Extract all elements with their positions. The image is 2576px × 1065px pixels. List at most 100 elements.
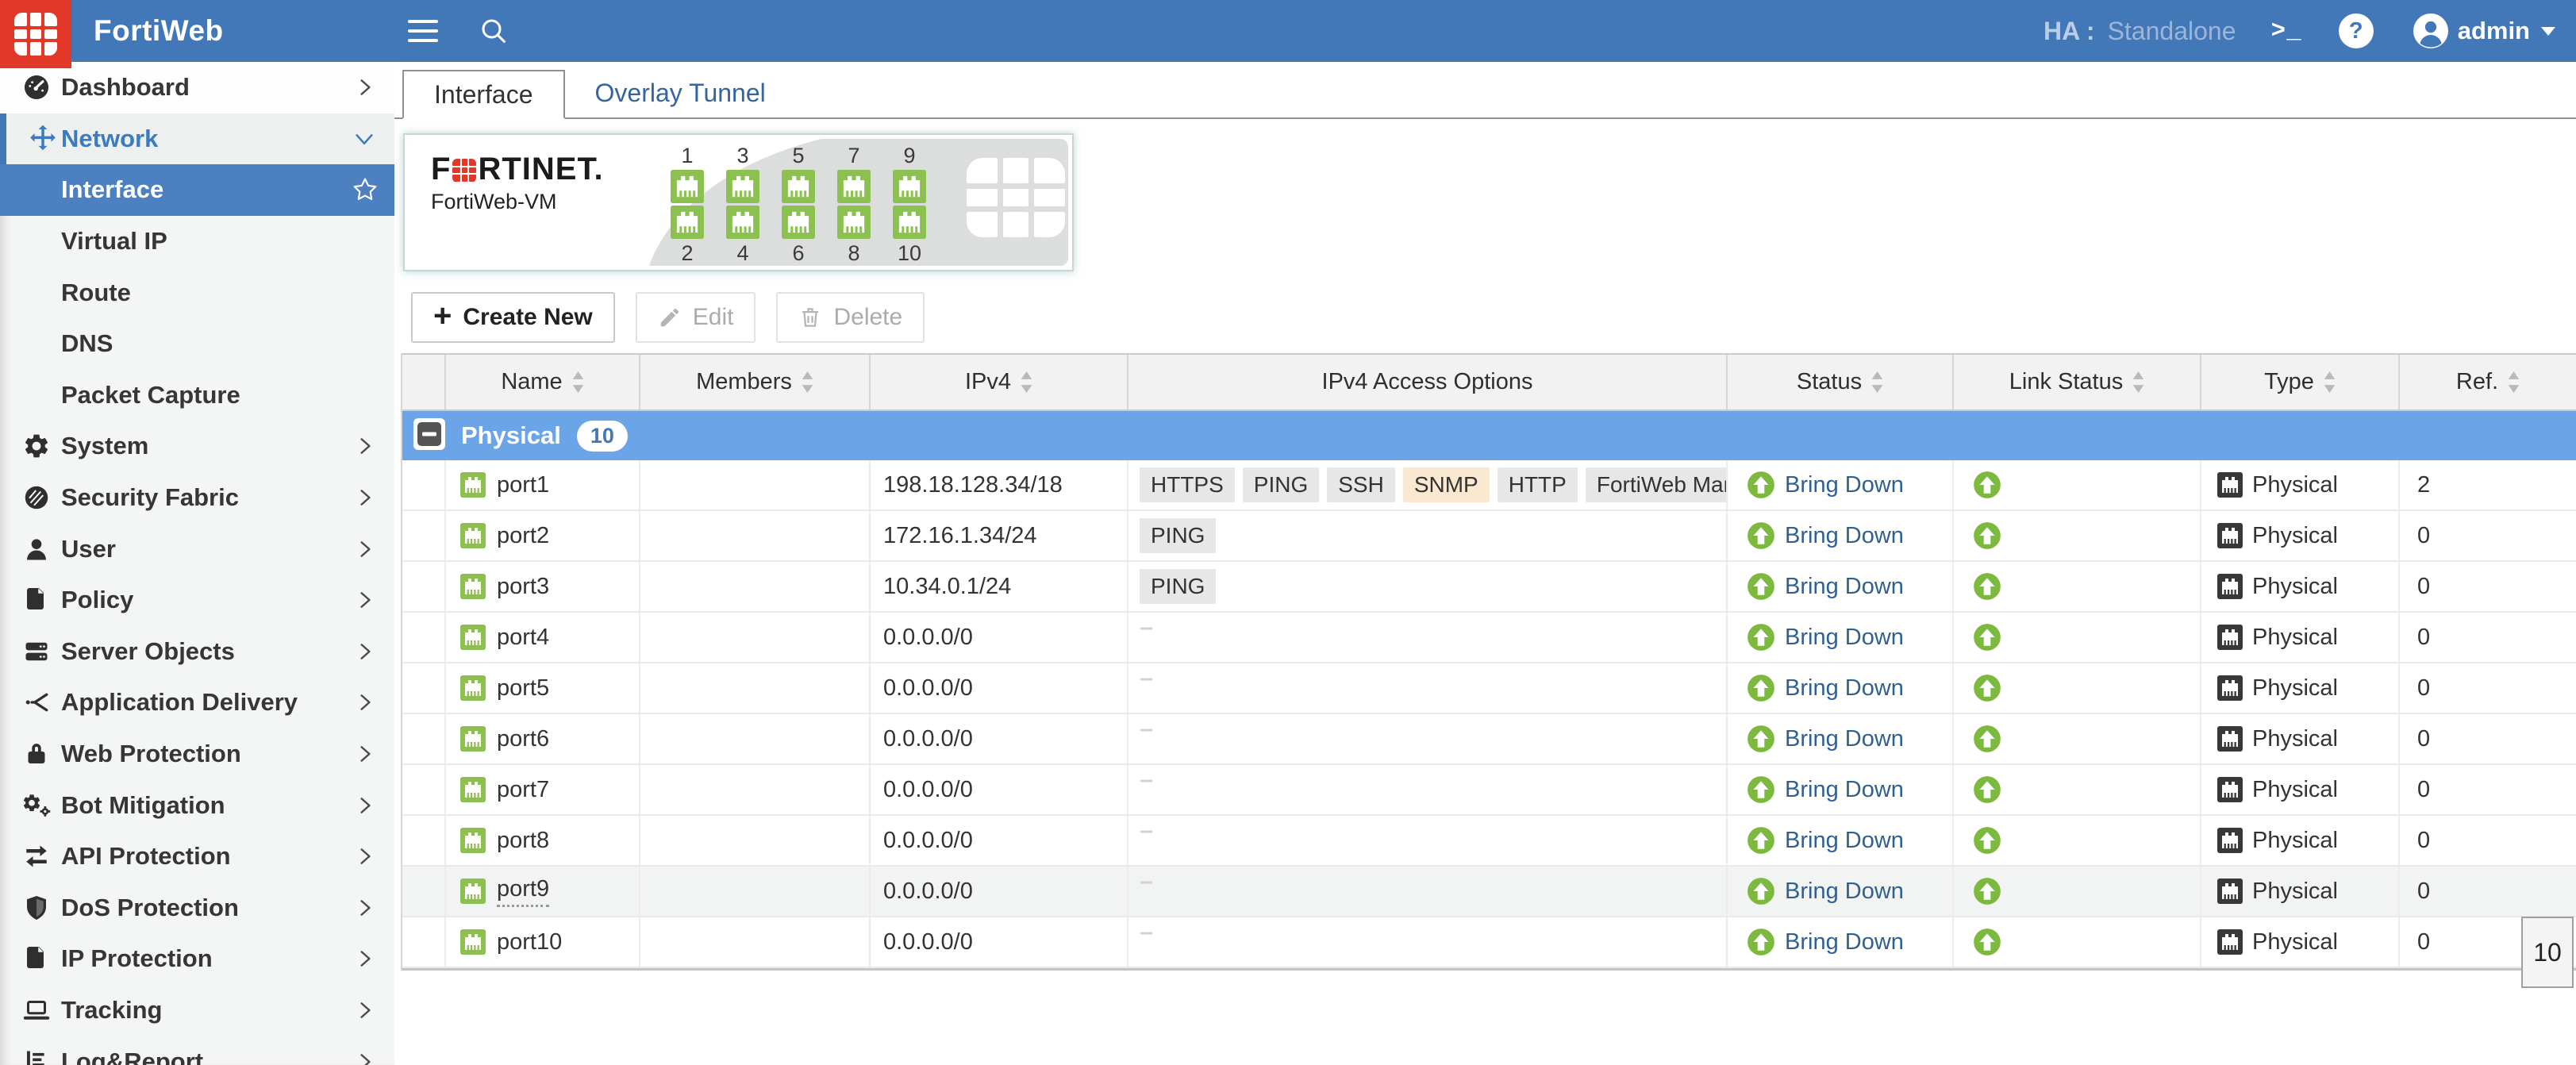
- port-device-icon[interactable]: [782, 170, 815, 203]
- name-cell: port3: [446, 562, 640, 611]
- port-device-icon[interactable]: [893, 170, 926, 203]
- table-row-port9[interactable]: port90.0.0.0/0–Bring DownPhysical0: [402, 867, 2576, 917]
- column-header-ref[interactable]: Ref.: [2400, 355, 2576, 409]
- bring-down-link[interactable]: Bring Down: [1785, 828, 1904, 854]
- column-header-status[interactable]: Status: [1728, 355, 1954, 409]
- edit-button[interactable]: Edit: [636, 292, 756, 343]
- bring-down-link[interactable]: Bring Down: [1785, 523, 1904, 549]
- cli-console-icon[interactable]: >_: [2270, 17, 2301, 45]
- sidebar-item-application-delivery[interactable]: Application Delivery: [0, 677, 394, 729]
- bring-down-link[interactable]: Bring Down: [1785, 726, 1904, 752]
- sidebar-item-dns[interactable]: DNS: [0, 318, 394, 370]
- web-protection-icon: [21, 738, 52, 770]
- collapse-icon[interactable]: [413, 418, 445, 454]
- port-device-icon[interactable]: [726, 170, 759, 203]
- column-header-link-status[interactable]: Link Status: [1954, 355, 2201, 409]
- arrow-up-circle-icon: [1973, 674, 2001, 702]
- port-device-icon[interactable]: [837, 206, 871, 239]
- fortinet-logo[interactable]: [0, 0, 71, 68]
- port-device-icon[interactable]: [671, 170, 704, 203]
- name-cell: port5: [446, 663, 640, 713]
- bring-down-link[interactable]: Bring Down: [1785, 625, 1904, 651]
- table-row-port8[interactable]: port80.0.0.0/0–Bring DownPhysical0: [402, 816, 2576, 867]
- row-select-cell: [402, 917, 446, 967]
- table-row-port6[interactable]: port60.0.0.0/0–Bring DownPhysical0: [402, 714, 2576, 765]
- table-row-port10[interactable]: port100.0.0.0/0–Bring DownPhysical0: [402, 917, 2576, 968]
- bring-down-link[interactable]: Bring Down: [1785, 472, 1904, 498]
- sidebar-item-label: Web Protection: [61, 740, 241, 768]
- delete-button[interactable]: Delete: [776, 292, 925, 343]
- link-status-cell: [1954, 460, 2201, 509]
- user-menu[interactable]: admin: [2413, 13, 2555, 48]
- column-header-name[interactable]: Name: [446, 355, 640, 409]
- column-header-ipv4[interactable]: IPv4: [871, 355, 1128, 409]
- port-number: 5: [792, 144, 804, 168]
- tracking-icon: [21, 994, 52, 1026]
- sidebar-item-server-objects[interactable]: Server Objects: [0, 626, 394, 678]
- bring-down-link[interactable]: Bring Down: [1785, 675, 1904, 702]
- row-select-cell: [402, 613, 446, 662]
- members-cell: [640, 663, 871, 713]
- sidebar-item-interface[interactable]: Interface: [0, 164, 394, 216]
- search-icon[interactable]: [478, 15, 509, 51]
- bring-down-link[interactable]: Bring Down: [1785, 929, 1904, 955]
- arrow-up-circle-icon: [1973, 572, 2001, 601]
- sidebar-item-network[interactable]: Network: [0, 113, 394, 165]
- tab-overlay-tunnel[interactable]: Overlay Tunnel: [565, 68, 796, 117]
- port-device-icon[interactable]: [782, 206, 815, 239]
- sidebar-item-packet-capture[interactable]: Packet Capture: [0, 370, 394, 421]
- port-device-icon[interactable]: [893, 206, 926, 239]
- help-icon[interactable]: ?: [2339, 13, 2374, 48]
- bring-down-link[interactable]: Bring Down: [1785, 879, 1904, 905]
- group-row-physical[interactable]: Physical 10: [402, 411, 2576, 460]
- bring-down-link[interactable]: Bring Down: [1785, 574, 1904, 600]
- table-row-port2[interactable]: port2172.16.1.34/24PINGBring DownPhysica…: [402, 511, 2576, 562]
- tab-interface[interactable]: Interface: [402, 70, 565, 119]
- plus-icon: +: [433, 298, 452, 334]
- table-row-port3[interactable]: port310.34.0.1/24PINGBring DownPhysical0: [402, 562, 2576, 613]
- favorite-star-icon[interactable]: [352, 176, 379, 203]
- ref-cell: 0: [2400, 613, 2576, 662]
- table-row-port5[interactable]: port50.0.0.0/0–Bring DownPhysical0: [402, 663, 2576, 714]
- sidebar-item-route[interactable]: Route: [0, 267, 394, 318]
- ipv4-cell: 0.0.0.0/0: [871, 917, 1128, 967]
- port-device-icon[interactable]: [726, 206, 759, 239]
- sidebar-item-security-fabric[interactable]: Security Fabric: [0, 472, 394, 524]
- table-row-port4[interactable]: port40.0.0.0/0–Bring DownPhysical0: [402, 613, 2576, 663]
- port-device-icon[interactable]: [837, 170, 871, 203]
- sidebar-item-api-protection[interactable]: API Protection: [0, 831, 394, 882]
- sidebar-item-virtual-ip[interactable]: Virtual IP: [0, 216, 394, 267]
- sidebar-item-log-report[interactable]: Log&Report: [0, 1036, 394, 1065]
- port-number: 2: [681, 241, 693, 266]
- sidebar-item-label: Route: [61, 279, 131, 307]
- sidebar-item-web-protection[interactable]: Web Protection: [0, 729, 394, 780]
- type-cell: Physical: [2201, 663, 2400, 713]
- sidebar-item-bot-mitigation[interactable]: Bot Mitigation: [0, 779, 394, 831]
- members-cell: [640, 917, 871, 967]
- table-row-port1[interactable]: port1198.18.128.34/18HTTPSPINGSSHSNMPHTT…: [402, 460, 2576, 511]
- interface-name: port10: [497, 929, 562, 955]
- menu-icon[interactable]: [408, 20, 438, 42]
- column-header-members[interactable]: Members: [640, 355, 871, 409]
- sidebar-item-label: IP Protection: [61, 944, 213, 973]
- sidebar-item-policy[interactable]: Policy: [0, 575, 394, 626]
- table-row-port7[interactable]: port70.0.0.0/0–Bring DownPhysical0: [402, 765, 2576, 816]
- sidebar-item-label: Security Fabric: [61, 483, 239, 512]
- chevron-right-icon: [355, 898, 375, 918]
- sidebar-item-system[interactable]: System: [0, 421, 394, 472]
- access-option-badge: HTTPS: [1140, 467, 1235, 502]
- sidebar-item-label: Virtual IP: [61, 227, 167, 256]
- sidebar-item-ip-protection[interactable]: IP Protection: [0, 933, 394, 985]
- name-cell: port1: [446, 460, 640, 509]
- sidebar-item-dashboard[interactable]: Dashboard: [0, 62, 394, 113]
- bring-down-link[interactable]: Bring Down: [1785, 777, 1904, 803]
- column-header-type[interactable]: Type: [2201, 355, 2400, 409]
- sidebar-item-dos-protection[interactable]: DoS Protection: [0, 882, 394, 934]
- sidebar-item-label: Log&Report: [61, 1048, 203, 1065]
- sidebar-item-label: Application Delivery: [61, 688, 298, 717]
- create-new-button[interactable]: + Create New: [411, 292, 615, 343]
- sidebar-item-tracking[interactable]: Tracking: [0, 985, 394, 1036]
- page-size-box[interactable]: 10: [2521, 917, 2574, 988]
- port-device-icon[interactable]: [671, 206, 704, 239]
- sidebar-item-user[interactable]: User: [0, 523, 394, 575]
